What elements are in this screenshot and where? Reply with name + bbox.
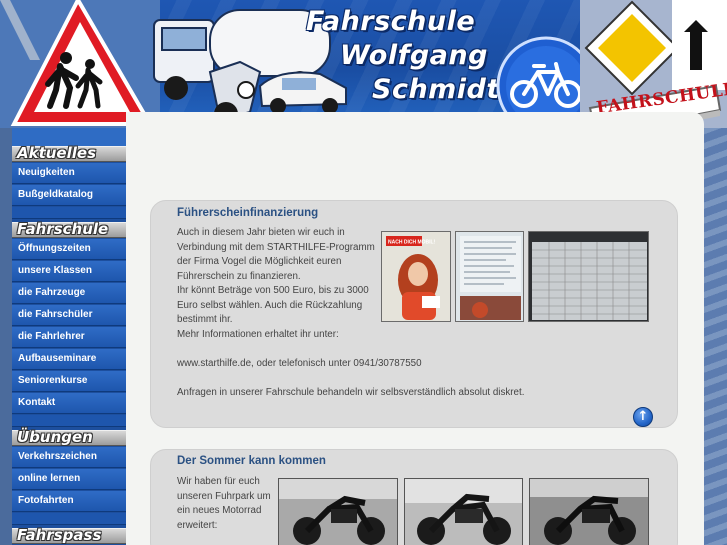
sidebar-item-fotofahrten[interactable]: Fotofahrten [12,491,126,512]
sidebar-spacer [12,513,126,525]
motorcycle-photo[interactable] [404,478,523,545]
children-warning-sign-icon [0,0,160,128]
sidebar-section-aktuelles: Aktuelles [12,144,126,162]
article-title: Führerscheinfinanzierung [177,207,319,219]
title-line-3: Schmidt [372,74,500,105]
sidebar-item-kontakt[interactable]: Kontakt [12,393,126,414]
sidebar-item-online-lernen[interactable]: online lernen [12,469,126,490]
sidebar-section-uebungen: Übungen [12,428,126,446]
starthilfe-table-image[interactable] [528,231,649,322]
sidebar-item-unsere-klassen[interactable]: unsere Klassen [12,261,126,282]
sidebar-item-neuigkeiten[interactable]: Neuigkeiten [12,163,126,184]
right-decoration [704,128,727,545]
sidebar-item-die-fahrschueler[interactable]: die Fahrschüler [12,305,126,326]
sidebar-spacer [12,207,126,219]
left-edge-strip [0,128,12,545]
starthilfe-flyer-image[interactable]: NACH DICH MOBIL! [381,231,451,322]
article-title: Der Sommer kann kommen [177,455,326,467]
arrow-up-icon[interactable]: ↑ [633,407,653,427]
sidebar-item-oeffnungszeiten[interactable]: Öffnungszeiten [12,239,126,260]
site-header: Fahrschule Wolfgang Schmidt FAHRSCHULE [0,0,727,128]
sidebar-section-fahrspass: Fahrspass [12,526,126,544]
sidebar-section-fahrschule: Fahrschule [12,220,126,238]
title-line-1: Fahrschule [306,6,476,37]
sidebar-item-bussgeldkatalog[interactable]: Bußgeldkatalog [12,185,126,206]
sidebar-item-die-fahrzeuge[interactable]: die Fahrzeuge [12,283,126,304]
svg-text:NACH DICH MOBIL!: NACH DICH MOBIL! [388,240,436,246]
starthilfe-info-image[interactable] [455,231,524,322]
sidebar-item-aufbauseminare[interactable]: Aufbauseminare [12,349,126,370]
title-line-2: Wolfgang [340,40,488,71]
article-body: Wir haben für euch unseren Fuhrpark um e… [177,476,271,531]
motorcycle-photo[interactable] [278,478,398,545]
sidebar-item-die-fahrlehrer[interactable]: die Fahrlehrer [12,327,126,348]
contact-link[interactable]: www.starthilfe.de, oder telefonisch unte… [177,357,524,372]
motorcycle-photo[interactable] [529,478,649,545]
sidebar-item-verkehrszeichen[interactable]: Verkehrszeichen [12,447,126,468]
sidebar-item-seniorenkurse[interactable]: Seniorenkurse [12,371,126,392]
sidebar-spacer [12,415,126,427]
